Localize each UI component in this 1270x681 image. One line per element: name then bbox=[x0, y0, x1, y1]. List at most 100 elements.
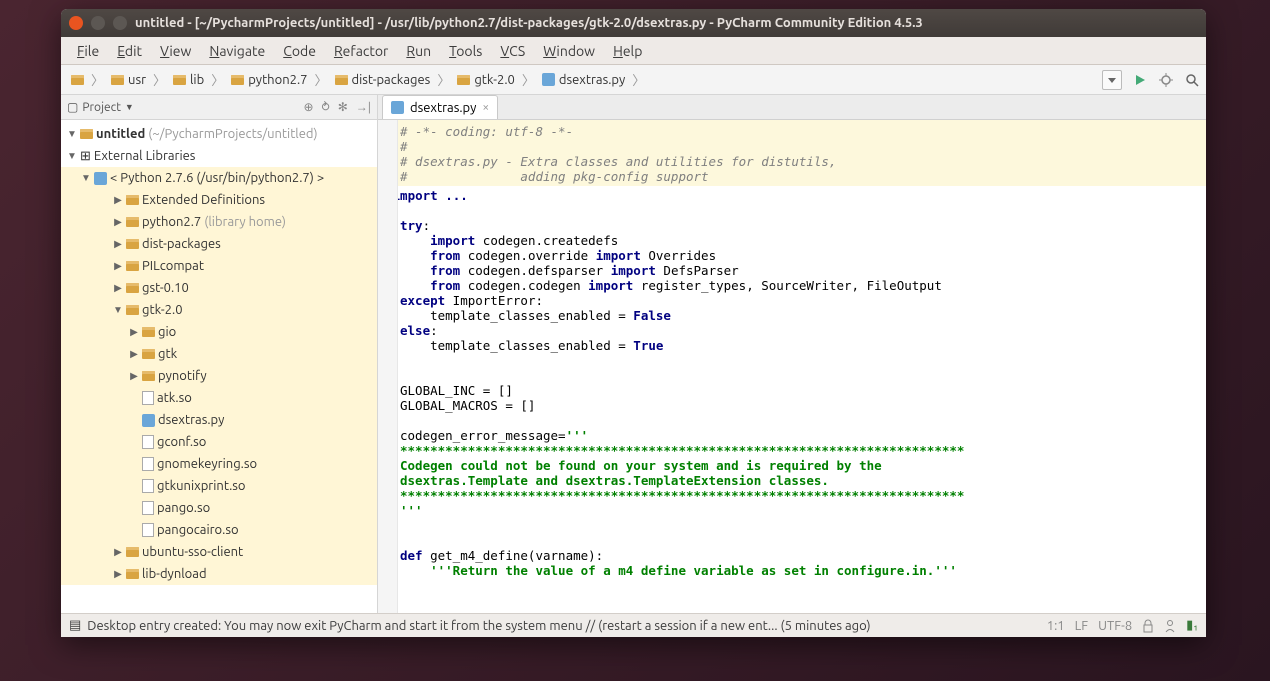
tree-node[interactable]: ▶ PILcompat bbox=[61, 255, 377, 277]
folder-icon bbox=[126, 569, 139, 579]
menu-file[interactable]: File bbox=[69, 41, 107, 61]
tree-node[interactable]: ▶ python2.7 (library home) bbox=[61, 211, 377, 233]
hector-icon[interactable] bbox=[1164, 619, 1176, 633]
tree-node[interactable]: ▼⊞ External Libraries bbox=[61, 145, 377, 167]
breadcrumb-item[interactable]: lib bbox=[169, 72, 208, 88]
tree-label: gtkunixprint.so bbox=[157, 479, 246, 493]
chevron-down-icon[interactable]: ▼ bbox=[125, 102, 134, 112]
menu-code[interactable]: Code bbox=[275, 41, 324, 61]
tree-node[interactable]: ▶ gio bbox=[61, 321, 377, 343]
tree-node[interactable]: atk.so bbox=[61, 387, 377, 409]
gutter[interactable] bbox=[378, 120, 398, 613]
breadcrumb-item[interactable]: dist-packages bbox=[331, 72, 435, 88]
debug-icon[interactable] bbox=[1158, 72, 1174, 88]
tree-node[interactable]: ▼ untitled (~/PycharmProjects/untitled) bbox=[61, 123, 377, 145]
scroll-icon[interactable]: ⥁ bbox=[322, 100, 330, 114]
tree-node[interactable]: dsextras.py bbox=[61, 409, 377, 431]
chevron-right-icon[interactable]: ▶ bbox=[113, 238, 123, 250]
memory-indicator[interactable]: ▮₁ bbox=[1186, 618, 1198, 633]
chevron-down-icon[interactable]: ▼ bbox=[113, 304, 123, 316]
tree-node[interactable]: ▶ ubuntu-sso-client bbox=[61, 541, 377, 563]
project-tool-icon: ▢ bbox=[67, 100, 78, 114]
menu-tools[interactable]: Tools bbox=[441, 41, 490, 61]
tree-label: lib-dynload bbox=[142, 567, 207, 581]
chevron-right-icon: 〉 bbox=[210, 70, 225, 89]
chevron-down-icon[interactable]: ▼ bbox=[67, 128, 77, 140]
breadcrumb-item[interactable]: dsextras.py bbox=[538, 72, 629, 88]
menu-run[interactable]: Run bbox=[398, 41, 439, 61]
tree-node[interactable]: ▶ gtk bbox=[61, 343, 377, 365]
sidebar-title[interactable]: Project bbox=[82, 101, 121, 114]
search-icon[interactable] bbox=[1184, 72, 1200, 88]
menubar[interactable]: FileEditViewNavigateCodeRefactorRunTools… bbox=[61, 37, 1206, 65]
folder-icon bbox=[80, 129, 93, 139]
chevron-right-icon[interactable]: ▶ bbox=[129, 348, 139, 360]
breadcrumb-item[interactable]: usr bbox=[107, 72, 150, 88]
tree-node[interactable]: gtkunixprint.so bbox=[61, 475, 377, 497]
line-ending[interactable]: LF bbox=[1075, 619, 1088, 633]
tree-node[interactable]: pangocairo.so bbox=[61, 519, 377, 541]
titlebar[interactable]: untitled - [~/PycharmProjects/untitled] … bbox=[61, 9, 1206, 37]
encoding[interactable]: UTF-8 bbox=[1098, 619, 1132, 633]
breadcrumb-item[interactable]: python2.7 bbox=[227, 72, 311, 88]
tree-node[interactable]: ▶ pynotify bbox=[61, 365, 377, 387]
chevron-right-icon[interactable]: ▶ bbox=[113, 282, 123, 294]
hide-icon[interactable]: →| bbox=[356, 100, 371, 114]
tree-node[interactable]: gnomekeyring.so bbox=[61, 453, 377, 475]
tree-node[interactable]: pango.so bbox=[61, 497, 377, 519]
close-tab-icon[interactable]: × bbox=[482, 101, 489, 114]
tree-node[interactable]: ▶ dist-packages bbox=[61, 233, 377, 255]
chevron-right-icon[interactable]: ▶ bbox=[113, 568, 123, 580]
folder-icon bbox=[126, 283, 139, 293]
folder-icon bbox=[126, 217, 139, 227]
menu-edit[interactable]: Edit bbox=[109, 41, 150, 61]
breadcrumb-label: python2.7 bbox=[248, 73, 307, 87]
maximize-icon[interactable] bbox=[113, 16, 127, 30]
minimize-icon[interactable] bbox=[91, 16, 105, 30]
menu-refactor[interactable]: Refactor bbox=[326, 41, 396, 61]
menu-vcs[interactable]: VCS bbox=[492, 41, 533, 61]
collapse-icon[interactable]: ⊕ bbox=[303, 100, 313, 114]
menu-view[interactable]: View bbox=[152, 41, 199, 61]
breadcrumb-item[interactable] bbox=[67, 74, 88, 86]
status-message[interactable]: Desktop entry created: You may now exit … bbox=[87, 619, 870, 633]
close-icon[interactable] bbox=[69, 16, 83, 30]
cursor-position[interactable]: 1:1 bbox=[1047, 619, 1065, 633]
menu-navigate[interactable]: Navigate bbox=[201, 41, 273, 61]
breadcrumb-label: dist-packages bbox=[352, 73, 431, 87]
tree-node[interactable]: gconf.so bbox=[61, 431, 377, 453]
tree-node[interactable]: ▶ gst-0.10 bbox=[61, 277, 377, 299]
settings-icon[interactable]: ✻ bbox=[338, 100, 348, 114]
chevron-right-icon[interactable]: ▶ bbox=[113, 216, 123, 228]
editor-tab[interactable]: dsextras.py × bbox=[382, 95, 498, 119]
menu-help[interactable]: Help bbox=[605, 41, 650, 61]
menu-window[interactable]: Window bbox=[535, 41, 603, 61]
tree-node[interactable]: ▼ < Python 2.7.6 (/usr/bin/python2.7) > bbox=[61, 167, 377, 189]
chevron-down-icon[interactable]: ▼ bbox=[81, 172, 91, 184]
run-icon[interactable] bbox=[1132, 72, 1148, 88]
tree-node[interactable]: ▶ Extended Definitions bbox=[61, 189, 377, 211]
chevron-right-icon: 〉 bbox=[436, 70, 451, 89]
project-tree[interactable]: ▼ untitled (~/PycharmProjects/untitled)▼… bbox=[61, 120, 377, 613]
chevron-right-icon[interactable]: ▶ bbox=[113, 260, 123, 272]
tree-label: External Libraries bbox=[94, 149, 196, 163]
chevron-right-icon[interactable]: ▶ bbox=[129, 326, 139, 338]
breadcrumb-item[interactable]: gtk-2.0 bbox=[453, 72, 519, 88]
chevron-down-icon[interactable]: ▼ bbox=[67, 150, 77, 162]
tree-label: dsextras.py bbox=[158, 413, 224, 427]
code-editor[interactable]: # -*- coding: utf-8 -*- # # dsextras.py … bbox=[378, 120, 1206, 613]
tree-node[interactable]: ▶ lib-dynload bbox=[61, 563, 377, 585]
chevron-right-icon[interactable]: ▶ bbox=[113, 546, 123, 558]
tree-node[interactable]: ▼ gtk-2.0 bbox=[61, 299, 377, 321]
editor-tabbar[interactable]: dsextras.py × bbox=[378, 95, 1206, 120]
tree-label: pynotify bbox=[158, 369, 207, 383]
py-icon bbox=[542, 73, 555, 86]
run-config-combo[interactable] bbox=[1102, 70, 1122, 90]
event-log-icon[interactable]: ▤ bbox=[69, 618, 81, 633]
app-window: untitled - [~/PycharmProjects/untitled] … bbox=[61, 9, 1206, 637]
chevron-right-icon[interactable]: ▶ bbox=[129, 370, 139, 382]
lock-icon[interactable] bbox=[1142, 619, 1154, 633]
breadcrumb[interactable]: 〉usr〉lib〉python2.7〉dist-packages〉gtk-2.0… bbox=[67, 70, 646, 89]
folder-icon bbox=[142, 371, 155, 381]
chevron-right-icon[interactable]: ▶ bbox=[113, 194, 123, 206]
